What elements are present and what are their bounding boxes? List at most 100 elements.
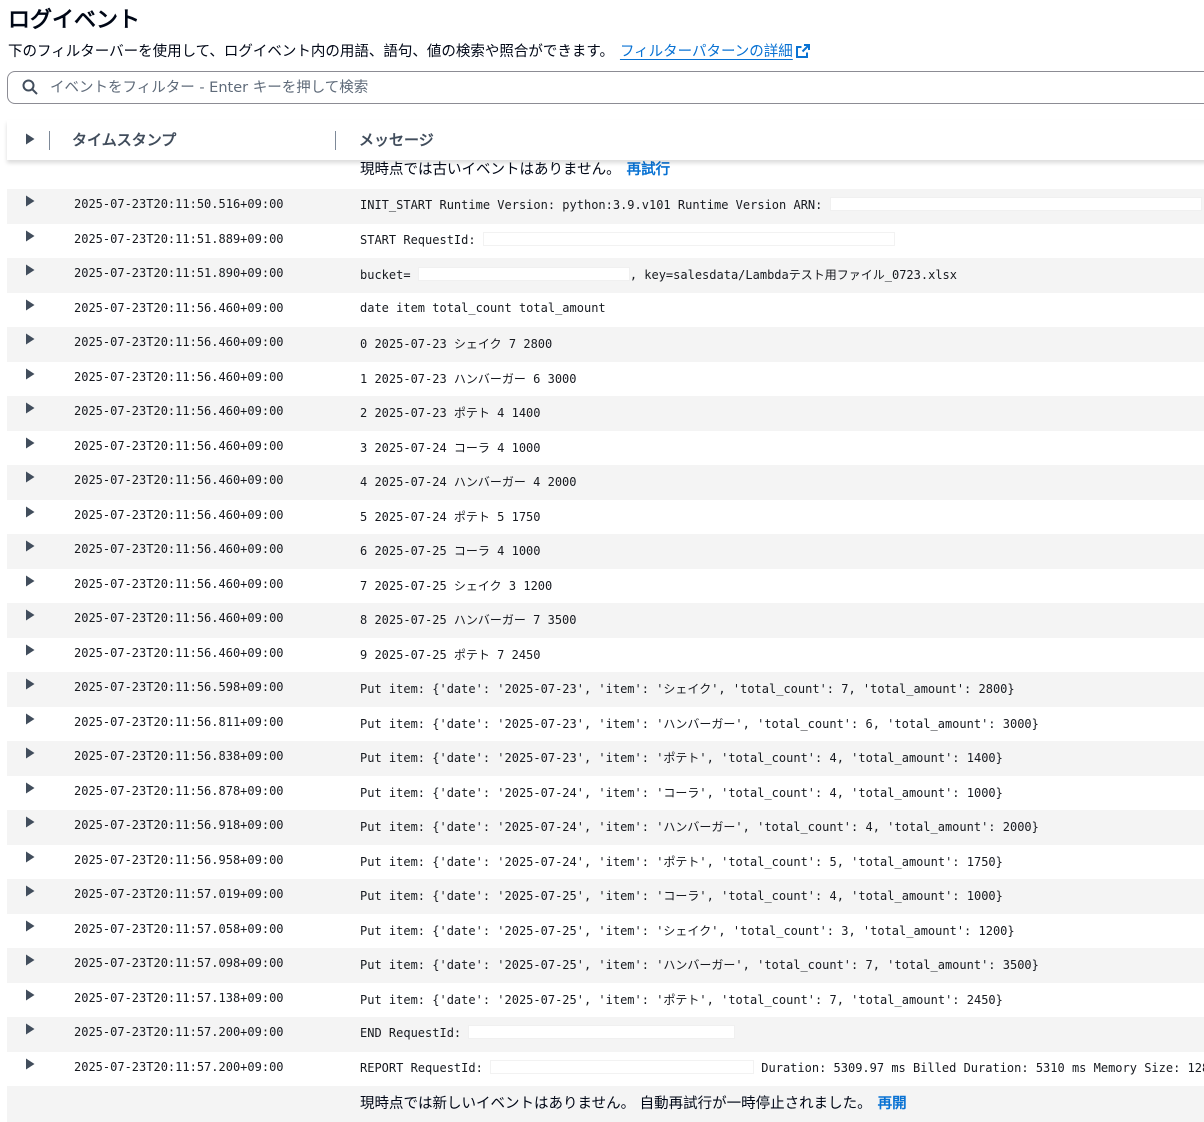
event-message: 6 2025-07-25 コーラ 4 1000 bbox=[360, 542, 541, 559]
expand-row-caret-icon[interactable] bbox=[25, 782, 35, 794]
expand-row-caret-icon[interactable] bbox=[25, 851, 35, 863]
event-message: 2 2025-07-23 ポテト 4 1400 bbox=[360, 404, 541, 421]
expand-row-caret-icon[interactable] bbox=[25, 816, 35, 828]
event-timestamp: 2025-07-23T20:11:56.460+09:00 bbox=[74, 542, 284, 556]
event-filter-search[interactable] bbox=[7, 71, 1204, 104]
page-title: ログイベント bbox=[8, 8, 141, 33]
event-message-tail: Duration: 5309.97 ms Billed Duration: 53… bbox=[754, 1060, 1204, 1075]
event-timestamp: 2025-07-23T20:11:56.878+09:00 bbox=[74, 783, 284, 798]
log-event-row[interactable]: 2025-07-23T20:11:56.460+09:00 5 2025-07-2… bbox=[7, 500, 1204, 535]
page-description: 下のフィルターバーを使用して、ログイベント内の用語、語句、値の検索や照合ができま… bbox=[8, 40, 811, 61]
expand-row-caret-icon[interactable] bbox=[25, 989, 35, 1001]
log-event-row[interactable]: 2025-07-23T20:11:56.460+09:00 9 2025-07-2… bbox=[7, 638, 1204, 673]
log-event-row[interactable]: 2025-07-23T20:11:50.516+09:00 INIT_START … bbox=[7, 189, 1204, 224]
event-timestamp: 2025-07-23T20:11:57.098+09:00 bbox=[74, 956, 284, 970]
event-filter-input[interactable] bbox=[48, 76, 1152, 100]
event-message: 7 2025-07-25 シェイク 3 1200 bbox=[360, 577, 552, 594]
log-event-row[interactable]: 2025-07-23T20:11:56.460+09:00 0 2025-07-2… bbox=[7, 327, 1204, 362]
log-event-row[interactable]: 2025-07-23T20:11:57.098+09:00 Put item: {… bbox=[7, 948, 1204, 983]
event-message: Put item: {'date': '2025-07-25', 'item':… bbox=[360, 922, 1015, 939]
expand-row-caret-icon[interactable] bbox=[25, 575, 35, 587]
log-event-row[interactable]: 2025-07-23T20:11:57.019+09:00 Put item: {… bbox=[7, 879, 1204, 914]
event-timestamp: 2025-07-23T20:11:56.460+09:00 bbox=[74, 300, 284, 315]
column-divider[interactable] bbox=[49, 131, 50, 150]
expand-row-caret-icon[interactable] bbox=[25, 333, 35, 345]
event-timestamp: 2025-07-23T20:11:56.598+09:00 bbox=[74, 680, 284, 694]
event-message-text: Put item: {'date': '2025-07-24', 'item':… bbox=[360, 854, 1003, 869]
expand-row-caret-icon[interactable] bbox=[25, 540, 35, 552]
event-message-text: bucket= bbox=[360, 268, 411, 282]
newer-events-text: 現時点では新しいイベントはありません。 自動再試行が一時停止されました。 bbox=[360, 1096, 872, 1112]
event-message-text: 4 2025-07-24 ハンバーガー 4 2000 bbox=[360, 475, 577, 489]
expand-row-caret-icon[interactable] bbox=[25, 368, 35, 380]
expand-row-caret-icon[interactable] bbox=[25, 1058, 35, 1070]
log-event-row[interactable]: 2025-07-23T20:11:56.460+09:00 2 2025-07-2… bbox=[7, 396, 1204, 431]
log-event-row[interactable]: 2025-07-23T20:11:51.889+09:00 START Reque… bbox=[7, 224, 1204, 259]
event-message: Put item: {'date': '2025-07-23', 'item':… bbox=[360, 749, 1003, 766]
event-timestamp: 2025-07-23T20:11:50.516+09:00 bbox=[74, 197, 284, 211]
event-message: Put item: {'date': '2025-07-24', 'item':… bbox=[360, 818, 1039, 835]
log-event-row[interactable]: 2025-07-23T20:11:56.460+09:00 3 2025-07-2… bbox=[7, 431, 1204, 466]
log-event-row[interactable]: 2025-07-23T20:11:56.460+09:00 1 2025-07-2… bbox=[7, 362, 1204, 397]
event-message-tail: , key=salesdata/Lambdaテスト用ファイル_0723.xlsx bbox=[629, 268, 958, 282]
redacted-value bbox=[482, 231, 895, 246]
log-event-row[interactable]: 2025-07-23T20:11:56.878+09:00 Put item: {… bbox=[7, 776, 1204, 811]
event-timestamp: 2025-07-23T20:11:56.460+09:00 bbox=[74, 473, 284, 487]
log-event-row[interactable]: 2025-07-23T20:11:56.811+09:00 Put item: {… bbox=[7, 707, 1204, 742]
event-message: START RequestId: bbox=[360, 231, 895, 247]
filter-pattern-docs-link[interactable]: フィルターパターンの詳細 bbox=[620, 44, 811, 60]
event-message-text: REPORT RequestId: bbox=[360, 1060, 483, 1075]
expand-row-caret-icon[interactable] bbox=[25, 644, 35, 656]
expand-row-caret-icon[interactable] bbox=[25, 506, 35, 518]
expand-row-caret-icon[interactable] bbox=[25, 678, 35, 690]
expand-row-caret-icon[interactable] bbox=[25, 299, 35, 311]
event-message-text: 5 2025-07-24 ポテト 5 1750 bbox=[360, 509, 541, 524]
expand-row-caret-icon[interactable] bbox=[25, 954, 35, 966]
log-event-row[interactable]: 2025-07-23T20:11:56.460+09:00 7 2025-07-2… bbox=[7, 569, 1204, 604]
event-timestamp: 2025-07-23T20:11:56.460+09:00 bbox=[74, 335, 284, 349]
event-message: 0 2025-07-23 シェイク 7 2800 bbox=[360, 335, 552, 352]
expand-row-caret-icon[interactable] bbox=[25, 1023, 35, 1035]
expand-row-caret-icon[interactable] bbox=[25, 747, 35, 759]
log-event-row[interactable]: 2025-07-23T20:11:56.838+09:00 Put item: {… bbox=[7, 741, 1204, 776]
redacted-value bbox=[490, 1059, 755, 1074]
event-message-text: END RequestId: bbox=[360, 1026, 462, 1040]
retry-link[interactable]: 再試行 bbox=[627, 162, 671, 178]
expand-row-caret-icon[interactable] bbox=[25, 402, 35, 414]
expand-row-caret-icon[interactable] bbox=[25, 230, 35, 242]
expand-row-caret-icon[interactable] bbox=[25, 437, 35, 449]
log-event-row[interactable]: 2025-07-23T20:11:57.200+09:00 REPORT Requ… bbox=[7, 1052, 1204, 1087]
event-timestamp: 2025-07-23T20:11:56.460+09:00 bbox=[74, 645, 284, 660]
event-message-text: Put item: {'date': '2025-07-23', 'item':… bbox=[360, 682, 1015, 696]
log-event-row[interactable]: 2025-07-23T20:11:57.138+09:00 Put item: {… bbox=[7, 983, 1204, 1018]
expand-row-caret-icon[interactable] bbox=[25, 195, 35, 207]
event-message-text: Put item: {'date': '2025-07-23', 'item':… bbox=[360, 751, 1003, 765]
log-event-row[interactable]: 2025-07-23T20:11:51.890+09:00 bucket= , k… bbox=[7, 258, 1204, 293]
log-event-row[interactable]: 2025-07-23T20:11:56.460+09:00 8 2025-07-2… bbox=[7, 603, 1204, 638]
log-event-row[interactable]: 2025-07-23T20:11:56.598+09:00 Put item: {… bbox=[7, 672, 1204, 707]
message-column-header[interactable]: メッセージ bbox=[359, 129, 434, 150]
newer-events-notice: 現時点では新しいイベントはありません。 自動再試行が一時停止されました。 再開 bbox=[7, 1086, 1204, 1122]
resume-link[interactable]: 再開 bbox=[878, 1096, 907, 1112]
expand-row-caret-icon[interactable] bbox=[25, 471, 35, 483]
expand-row-caret-icon[interactable] bbox=[25, 609, 35, 621]
event-timestamp: 2025-07-23T20:11:57.019+09:00 bbox=[74, 887, 284, 901]
expand-all-caret-icon[interactable] bbox=[25, 133, 35, 145]
event-timestamp: 2025-07-23T20:11:56.460+09:00 bbox=[74, 369, 284, 384]
column-divider[interactable] bbox=[335, 131, 336, 150]
expand-row-caret-icon[interactable] bbox=[25, 885, 35, 897]
expand-row-caret-icon[interactable] bbox=[25, 264, 35, 276]
log-event-row[interactable]: 2025-07-23T20:11:56.460+09:00 4 2025-07-2… bbox=[7, 465, 1204, 500]
event-timestamp: 2025-07-23T20:11:56.811+09:00 bbox=[74, 714, 284, 729]
log-event-row[interactable]: 2025-07-23T20:11:56.918+09:00 Put item: {… bbox=[7, 810, 1204, 845]
log-event-row[interactable]: 2025-07-23T20:11:56.460+09:00 date item t… bbox=[7, 293, 1204, 328]
log-event-row[interactable]: 2025-07-23T20:11:57.058+09:00 Put item: {… bbox=[7, 914, 1204, 949]
log-event-row[interactable]: 2025-07-23T20:11:57.200+09:00 END Request… bbox=[7, 1017, 1204, 1052]
log-event-row[interactable]: 2025-07-23T20:11:56.460+09:00 6 2025-07-2… bbox=[7, 534, 1204, 569]
expand-row-caret-icon[interactable] bbox=[25, 713, 35, 725]
expand-row-caret-icon[interactable] bbox=[25, 920, 35, 932]
event-message-text: Put item: {'date': '2025-07-24', 'item':… bbox=[360, 785, 1003, 800]
event-message: date item total_count total_amount bbox=[360, 301, 606, 315]
log-event-row[interactable]: 2025-07-23T20:11:56.958+09:00 Put item: {… bbox=[7, 845, 1204, 880]
timestamp-column-header[interactable]: タイムスタンプ bbox=[72, 129, 176, 150]
